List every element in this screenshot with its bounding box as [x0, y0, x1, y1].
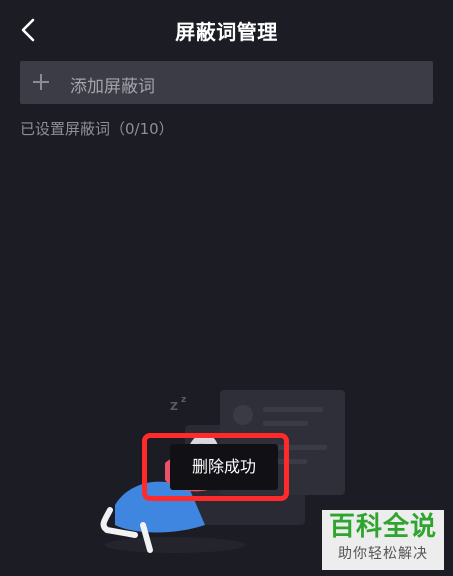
add-blocked-word-label: 添加屏蔽词 [70, 77, 155, 97]
watermark-title: 百科全说 [328, 512, 437, 542]
watermark-subtitle: 助你轻松解决 [338, 546, 428, 562]
annotation-highlight-box [142, 433, 289, 501]
illustration-zzz: z [181, 395, 186, 405]
add-blocked-word-button[interactable]: 添加屏蔽词 [20, 61, 433, 104]
illustration-card-line [263, 407, 323, 412]
illustration-card-line [263, 421, 308, 426]
plus-icon [32, 73, 50, 91]
screen: 屏蔽词管理 添加屏蔽词 已设置屏蔽词（0/10） Z z 删除成功 百科全说 助… [0, 0, 453, 576]
illustration-zzz: Z [170, 400, 178, 413]
watermark: 百科全说 助你轻松解决 [322, 510, 444, 570]
illustration-shadow [105, 537, 245, 553]
page-title: 屏蔽词管理 [175, 20, 278, 44]
illustration-card-avatar [233, 405, 253, 425]
blocked-word-count: 已设置屏蔽词（0/10） [20, 120, 174, 138]
